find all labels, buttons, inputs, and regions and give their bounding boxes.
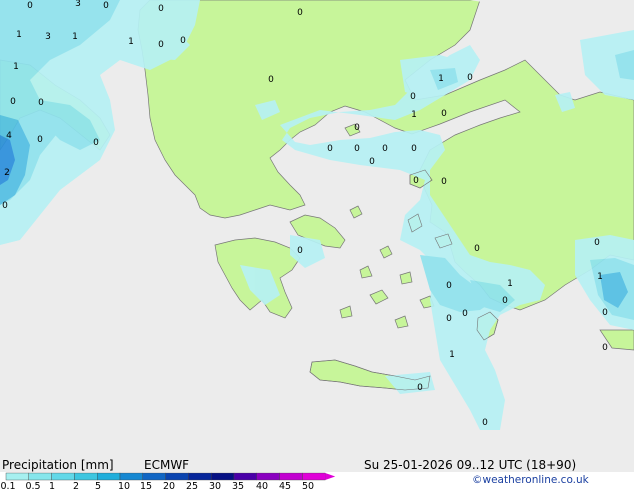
valid-datetime: Su 25-01-2026 09..12 UTC (18+90) <box>364 458 577 472</box>
legend-swatch <box>74 472 98 481</box>
precip-value-label: 3 <box>75 0 81 9</box>
precip-value-label: 1 <box>13 62 19 72</box>
precip-value-label: 0 <box>467 73 473 83</box>
precip-value-label: 0 <box>446 281 452 291</box>
precip-value-label: 0 <box>180 36 186 46</box>
legend-swatch <box>28 472 52 481</box>
credit-link[interactable]: ©weatheronline.co.uk <box>472 474 589 486</box>
precip-value-label: 0 <box>297 246 303 256</box>
legend-swatch <box>119 472 143 481</box>
legend-swatch <box>210 472 235 481</box>
precip-value-label: 0 <box>158 4 164 14</box>
legend-title: Precipitation [mm] <box>2 458 114 472</box>
precip-value-label: 0 <box>327 144 333 154</box>
legend-tick-label: 0.5 <box>25 481 41 492</box>
precip-value-label: 0 <box>268 75 274 85</box>
precip-value-label: 0 <box>594 238 600 248</box>
legend-colorbar <box>5 472 336 481</box>
legend-swatch <box>96 472 121 481</box>
legend-swatch <box>279 472 303 481</box>
precip-value-label: 0 <box>602 343 608 353</box>
precip-value-label: 0 <box>413 176 419 186</box>
precip-value-label: 0 <box>441 109 447 119</box>
legend-tick-label: 20 <box>162 481 176 492</box>
precip-value-label: 0 <box>482 418 488 428</box>
precip-value-label: 0 <box>417 383 423 393</box>
legend-tick-label: 0.1 <box>0 481 16 492</box>
legend-swatch <box>256 472 280 481</box>
precip-value-label: 0 <box>354 144 360 154</box>
precip-value-label: 0 <box>10 97 16 107</box>
legend-tick-label: 1 <box>48 481 56 492</box>
precip-value-label: 0 <box>411 144 417 154</box>
legend-tick-label: 10 <box>117 481 131 492</box>
precip-value-label: 1 <box>449 350 455 360</box>
precip-value-label: 0 <box>103 1 109 11</box>
precip-value-label: 3 <box>45 32 51 42</box>
legend-tick-label: 35 <box>231 481 245 492</box>
precip-value-label: 1 <box>597 272 603 282</box>
precip-value-label: 0 <box>441 177 447 187</box>
precip-value-label: 0 <box>27 1 33 11</box>
legend-tick-label: 2 <box>72 481 80 492</box>
precip-value-label: 0 <box>297 8 303 18</box>
legend-tick-label: 40 <box>255 481 269 492</box>
precip-value-label: 0 <box>2 201 8 211</box>
precip-value-label: 0 <box>502 296 508 306</box>
precip-value-label: 0 <box>446 314 452 324</box>
legend-swatch <box>188 472 212 481</box>
precip-value-label: 0 <box>354 123 360 133</box>
precip-value-label: 0 <box>38 98 44 108</box>
precipitation-map: 1310300100100400200010010000000000001010… <box>0 0 634 492</box>
precip-value-label: 1 <box>16 30 22 40</box>
legend-swatch <box>51 472 75 481</box>
legend-swatch <box>5 472 29 481</box>
legend-swatch <box>233 472 257 481</box>
precip-value-label: 2 <box>4 168 10 178</box>
precip-value-label: 0 <box>474 244 480 254</box>
legend-tick-label: 30 <box>208 481 222 492</box>
legend-tick-label: 15 <box>139 481 153 492</box>
legend-tick-label: 25 <box>185 481 199 492</box>
precip-value-label: 4 <box>6 131 12 141</box>
model-name: ECMWF <box>144 458 190 472</box>
legend-swatch <box>165 472 189 481</box>
precip-value-label: 1 <box>72 32 78 42</box>
legend-swatch <box>142 472 166 481</box>
legend-arrow <box>325 473 336 480</box>
precip-value-label: 0 <box>158 40 164 50</box>
legend-tick-label: 5 <box>94 481 102 492</box>
precip-value-label: 0 <box>369 157 375 167</box>
precip-value-label: 0 <box>410 92 416 102</box>
precip-value-label: 0 <box>462 309 468 319</box>
precip-value-label: 1 <box>438 74 444 84</box>
precip-value-label: 1 <box>507 279 513 289</box>
precip-value-label: 0 <box>93 138 99 148</box>
legend-tick-label: 50 <box>301 481 315 492</box>
legend-tick-label: 45 <box>278 481 292 492</box>
precip-value-label: 0 <box>602 308 608 318</box>
precip-value-label: 1 <box>411 110 417 120</box>
precip-value-label: 1 <box>128 37 134 47</box>
legend-swatch <box>302 472 326 481</box>
precip-value-label: 0 <box>382 144 388 154</box>
precip-value-label: 0 <box>37 135 43 145</box>
